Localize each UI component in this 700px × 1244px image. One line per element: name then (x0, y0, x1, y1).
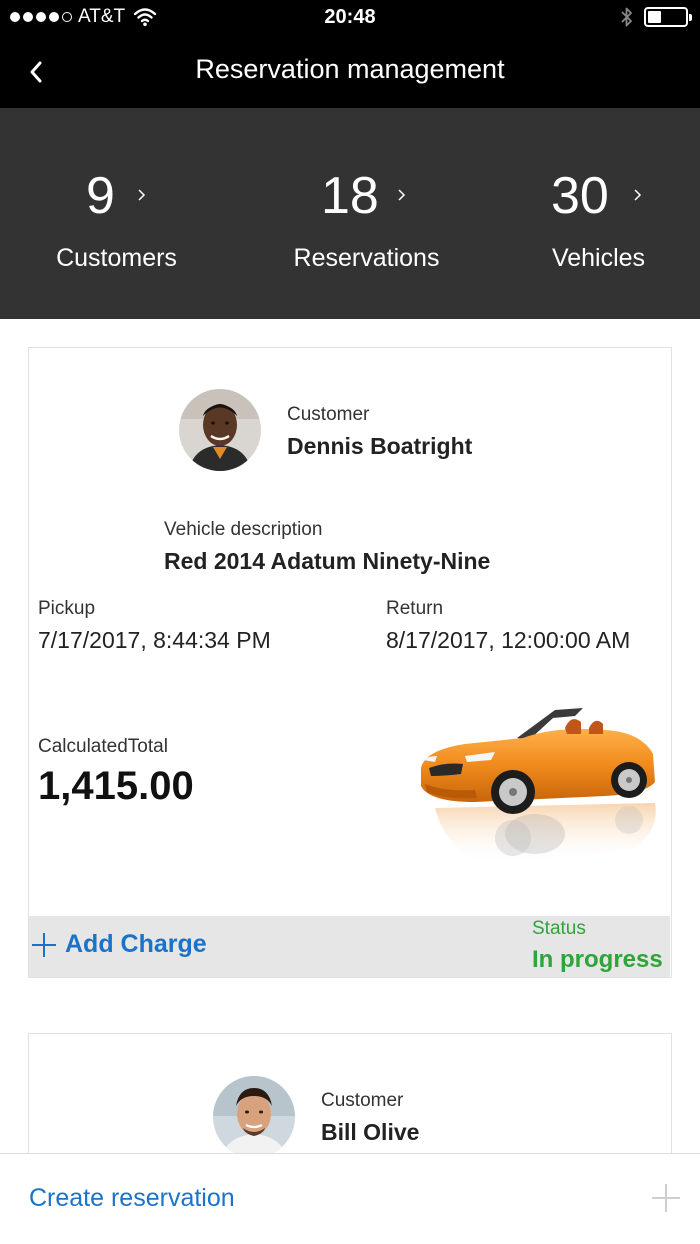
status-bar: AT&T 20:48 (0, 0, 700, 36)
stat-reservations[interactable]: 18 Reservations (250, 108, 483, 319)
page-title: Reservation management (195, 54, 505, 84)
clock: 20:48 (324, 6, 376, 28)
stat-vehicles-label: Vehicles (551, 244, 646, 272)
stat-vehicles[interactable]: 30 Vehicles (482, 108, 700, 319)
create-reservation-button[interactable]: Create reservation (29, 1184, 235, 1213)
total-amount: 1,415.00 (38, 764, 194, 808)
stat-reservations-label: Reservations (293, 244, 440, 272)
card-footer: Add Charge Status In progress (29, 916, 670, 977)
reservation-card[interactable]: Customer Dennis Boatright Vehicle descri… (28, 347, 672, 978)
battery-icon (644, 7, 692, 27)
bluetooth-icon (621, 7, 632, 27)
status-value: In progress (532, 946, 663, 973)
avatar (179, 389, 261, 471)
avatar (213, 1076, 295, 1158)
customer-label: Customer (321, 1090, 404, 1111)
customer-name: Dennis Boatright (287, 433, 473, 459)
battery-level (648, 11, 661, 23)
plus-icon[interactable] (651, 1183, 681, 1213)
return-label: Return (386, 598, 444, 619)
stat-customers-count: 9 (86, 167, 115, 225)
summary-stats: 9 Customers 18 Reservations 30 Vehicles (0, 108, 700, 319)
stat-customers[interactable]: 9 Customers (0, 108, 233, 319)
pickup-label: Pickup (38, 598, 96, 619)
vehicle-description: Red 2014 Adatum Ninety-Nine (164, 548, 491, 574)
bottom-action-bar: Create reservation (0, 1153, 700, 1244)
vehicle-image (421, 708, 656, 866)
status-label: Status (532, 918, 586, 939)
stat-reservations-count: 18 (321, 167, 379, 225)
return-date: 8/17/2017, 12:00:00 AM (386, 627, 631, 653)
stat-customers-label: Customers (56, 244, 177, 272)
stat-vehicles-count: 30 (551, 167, 609, 225)
add-charge-button[interactable]: Add Charge (31, 930, 207, 959)
chevron-right-icon (398, 189, 406, 201)
vehicle-label: Vehicle description (164, 519, 323, 540)
customer-name: Bill Olive (321, 1119, 420, 1145)
pickup-date: 7/17/2017, 8:44:34 PM (38, 627, 271, 653)
chevron-right-icon (138, 189, 146, 201)
status-bar-right (620, 6, 692, 28)
total-label: CalculatedTotal (38, 736, 168, 757)
nav-bar: Reservation management (0, 36, 700, 108)
chevron-right-icon (634, 189, 642, 201)
customer-label: Customer (287, 404, 370, 425)
add-charge-label: Add Charge (65, 930, 207, 958)
plus-icon (32, 932, 56, 957)
